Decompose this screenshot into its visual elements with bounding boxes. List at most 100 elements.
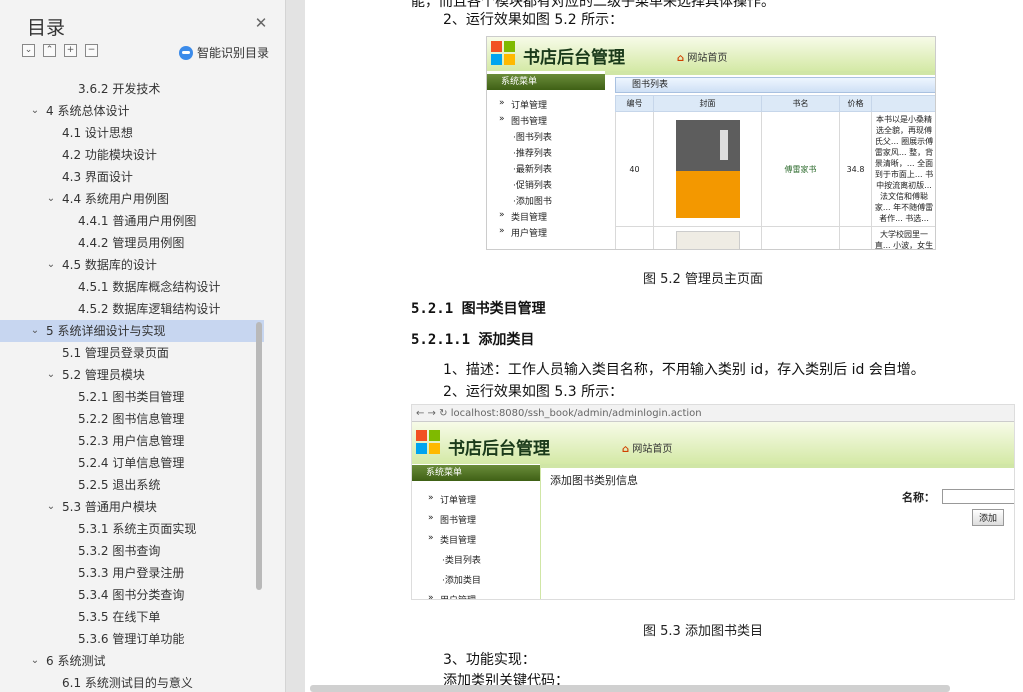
menu-item[interactable]: 订单管理 (511, 98, 547, 111)
toc-item[interactable]: 6.1 系统测试目的与意义 (0, 672, 264, 690)
table-header-row: 编号 封面 书名 价格 (615, 95, 935, 112)
toc-item-label: 5.2.2 图书信息管理 (78, 412, 185, 426)
submenu-item[interactable]: ·添加图书 (513, 194, 552, 207)
submenu-item[interactable]: ·图书列表 (513, 130, 552, 143)
chevron-down-icon[interactable]: ⌄ (30, 320, 40, 342)
toc-item[interactable]: 5.3.2 图书查询 (0, 540, 264, 562)
toc-item[interactable]: 4.3 界面设计 (0, 166, 264, 188)
toc-item-label: 4.2 功能模块设计 (62, 148, 157, 162)
toc-item[interactable]: 4.1 设计思想 (0, 122, 264, 144)
toc-item-label: 4.4 系统用户用例图 (62, 192, 169, 206)
toc-item[interactable]: 4.4.1 普通用户用例图 (0, 210, 264, 232)
double-chevron-icon: » (428, 513, 434, 523)
collapse-all-icon[interactable]: ⌄ (22, 44, 35, 57)
toc-item[interactable]: 5.2.3 用户信息管理 (0, 430, 264, 452)
figure-admin-home: 书店后台管理 ⌂ 网站首页 系统菜单 » 订单管理 » 图书管理 ·图书列表 ·推荐列… (486, 36, 936, 250)
home-link[interactable]: ⌂ 网站首页 (622, 440, 672, 455)
menu-item[interactable]: 图书管理 (440, 513, 476, 526)
submenu-item[interactable]: ·促销列表 (513, 178, 552, 191)
toc-scrollbar[interactable] (256, 322, 262, 590)
toc-item[interactable]: ⌄ 5.3 普通用户模块 (0, 496, 264, 518)
toc-item[interactable]: 5.2.5 退出系统 (0, 474, 264, 496)
toc-item-label: 4.5 数据库的设计 (62, 258, 157, 272)
admin-banner: 书店后台管理 ⌂ 网站首页 (487, 37, 935, 71)
document-hscrollbar[interactable] (310, 685, 950, 692)
toc-item[interactable]: 5.1 管理员登录页面 (0, 342, 264, 364)
submenu-item[interactable]: ·添加类目 (442, 573, 481, 586)
toc-item[interactable]: 3.6.2 开发技术 (0, 78, 264, 100)
home-link[interactable]: ⌂ 网站首页 (677, 49, 727, 64)
toc-item[interactable]: ⌄ 5.2 管理员模块 (0, 364, 264, 386)
toc-item[interactable]: 5.2.2 图书信息管理 (0, 408, 264, 430)
toc-item[interactable]: 5.2.4 订单信息管理 (0, 452, 264, 474)
panel-header: 图书列表 (615, 77, 935, 93)
add-button[interactable]: 添加 (972, 509, 1005, 526)
menu-item[interactable]: 图书管理 (511, 114, 547, 127)
close-icon[interactable]: ✕ (254, 16, 268, 31)
toc-item[interactable]: 4.4.2 管理员用例图 (0, 232, 264, 254)
toc-title: 目录 (27, 17, 66, 39)
toc-item[interactable]: 5.3.5 在线下单 (0, 606, 264, 628)
menu-item[interactable]: 订单管理 (440, 493, 476, 506)
chevron-down-icon[interactable]: ⌄ (30, 100, 40, 122)
caption-5-2: 图 5.2 管理员主页面 (643, 272, 763, 287)
toc-item-label: 4.1 设计思想 (62, 126, 133, 140)
toc-item[interactable]: 5.3.1 系统主页面实现 (0, 518, 264, 540)
double-chevron-icon: » (428, 493, 434, 503)
menu-item[interactable]: 类目管理 (440, 533, 476, 546)
toc-item[interactable]: 4.5.2 数据库逻辑结构设计 (0, 298, 264, 320)
toc-item-label: 5.2 管理员模块 (62, 368, 145, 382)
chevron-down-icon[interactable]: ⌄ (46, 496, 56, 518)
submenu-item[interactable]: ·类目列表 (442, 553, 481, 566)
toc-item-label: 5.3.3 用户登录注册 (78, 566, 185, 580)
minus-icon[interactable]: − (85, 44, 98, 57)
toc-item[interactable]: 5.3.6 管理订单功能 (0, 628, 264, 650)
toc-item-label: 4.4.2 管理员用例图 (78, 236, 185, 250)
book-table: 编号 封面 书名 价格 40 傅雷家书 34.8 本书以是小桑精选全貌，再现傅氏… (615, 95, 935, 249)
category-name-input[interactable] (942, 489, 1014, 504)
cell-cover (653, 226, 762, 249)
double-chevron-icon: » (499, 114, 505, 124)
chevron-down-icon[interactable]: ⌄ (46, 188, 56, 210)
toc-item[interactable]: 4.5.1 数据库概念结构设计 (0, 276, 264, 298)
toc-item[interactable]: ⌄ 6 系统测试 (0, 650, 264, 672)
toc-item-label: 6.1 系统测试目的与意义 (62, 676, 193, 690)
browser-address-bar[interactable]: ← → ↻ localhost:8080/ssh_book/admin/admi… (412, 405, 1014, 422)
home-link-label: 网站首页 (687, 53, 728, 64)
table-row: 大学校园里一直... 小波，女生不可... 说... (615, 226, 935, 249)
smart-toc-button[interactable]: 智能识别目录 (179, 44, 269, 61)
menu-item[interactable]: 用户管理 (440, 593, 476, 599)
menu-item[interactable]: 用户管理 (511, 226, 547, 239)
book-cover-image (675, 120, 740, 218)
double-chevron-icon: » (499, 226, 505, 236)
chevron-down-icon[interactable]: ⌄ (46, 364, 56, 386)
toc-item[interactable]: 5.3.4 图书分类查询 (0, 584, 264, 606)
col-header: 价格 (839, 95, 872, 112)
green-divider (605, 71, 935, 75)
toc-item[interactable]: 4.2 功能模块设计 (0, 144, 264, 166)
toc-item[interactable]: 5.2.1 图书类目管理 (0, 386, 264, 408)
toc-item[interactable]: 5.3.3 用户登录注册 (0, 562, 264, 584)
submenu-item[interactable]: ·最新列表 (513, 162, 552, 175)
toc-toolbar: ⌄ ⌃ + − (22, 44, 98, 57)
toc-item-label: 5.3.6 管理订单功能 (78, 632, 185, 646)
admin-brand: 书店后台管理 (448, 439, 550, 459)
chevron-down-icon[interactable]: ⌄ (30, 650, 40, 672)
plus-icon[interactable]: + (64, 44, 77, 57)
toc-item[interactable]: ⌄ 4.4 系统用户用例图 (0, 188, 264, 210)
toc-item-label: 5.2.3 用户信息管理 (78, 434, 185, 448)
expand-up-icon[interactable]: ⌃ (43, 44, 56, 57)
chevron-down-icon[interactable]: ⌄ (46, 254, 56, 276)
toc-item-label: 5.2.5 退出系统 (78, 478, 161, 492)
menu-item[interactable]: 类目管理 (511, 210, 547, 223)
toc-item[interactable]: ⌄ 4 系统总体设计 (0, 100, 264, 122)
submenu-item[interactable]: ·推荐列表 (513, 146, 552, 159)
toc-item[interactable]: ⌄ 4.5 数据库的设计 (0, 254, 264, 276)
toc-item[interactable]: ⌄ 5 系统详细设计与实现 (0, 320, 264, 342)
toc-item-label: 4.5.1 数据库概念结构设计 (78, 280, 221, 294)
nav-arrows-icon[interactable]: ← → ↻ (412, 408, 448, 419)
toc-item-label: 4.5.2 数据库逻辑结构设计 (78, 302, 221, 316)
name-label: 名称： (902, 491, 935, 504)
windows-logo-icon (491, 41, 517, 67)
cell-name[interactable]: 傅雷家书 (761, 111, 840, 227)
